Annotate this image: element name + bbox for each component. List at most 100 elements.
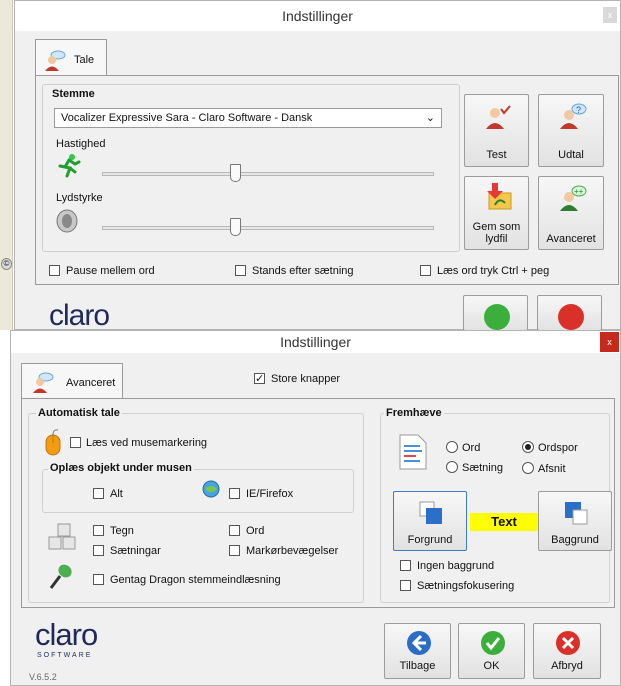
sentences-checkbox[interactable] [93,545,104,556]
sentence-focus-label: Sætningsfokusering [417,580,515,592]
cancel-button[interactable]: Afbryd [533,623,601,679]
tale-settings-window: Indstillinger x Tale Stemme Vocalizer Ex… [14,0,621,332]
stop-label: Stands efter sætning [252,265,354,277]
pause-label: Pause mellem ord [66,265,155,277]
svg-text:?: ? [576,105,581,115]
voice-select[interactable]: Vocalizer Expressive Sara - Claro Softwa… [54,108,442,128]
cancel-label: Afbryd [551,660,583,672]
foreground-button[interactable]: Forgrund [393,491,467,551]
read-ctrl-label: Læs ord tryk Ctrl + peg [437,265,550,277]
avanceret-tab-panel: Automatisk tale Læs ved musemarkering Op… [21,398,615,608]
mouse-select-label: Læs ved musemarkering [86,437,208,449]
advanced-button[interactable]: ++ Avanceret [538,176,604,250]
question-person-icon: ? [559,103,587,132]
save-audio-label-line2: lydfil [485,233,508,245]
tale-ok-button-partial[interactable] [463,295,528,331]
microphone-icon [48,563,74,591]
running-man-icon [56,154,82,178]
ok-button[interactable]: OK [458,623,525,679]
under-mouse-title: Oplæs objekt under musen [48,462,194,474]
speed-label: Hastighed [56,138,106,150]
test-label: Test [486,149,507,161]
tale-window-title: Indstillinger [282,8,353,24]
words-label: Ord [246,525,265,537]
read-ctrl-checkbox[interactable] [420,265,431,276]
document-highlight-icon [398,433,428,471]
speaker-person-icon [44,50,66,72]
sentences-label: Sætningar [110,545,161,557]
mouse-select-checkbox[interactable] [70,437,81,448]
word-radio[interactable] [446,441,458,453]
claro-logo: claro [49,299,110,332]
background-color-icon [563,500,589,529]
tab-avanceret[interactable]: Avanceret [21,363,123,399]
cancel-x-icon [558,304,584,330]
background-window-icon: © [1,258,12,270]
volume-label: Lydstyrke [56,192,103,204]
paragraph-radio[interactable] [522,462,534,474]
tab-avanceret-label: Avanceret [66,377,116,389]
foreground-label: Forgrund [407,534,453,546]
test-person-icon [485,105,511,132]
chars-checkbox[interactable] [93,525,104,536]
adv-window-title: Indstillinger [280,334,351,350]
dragon-label: Gentag Dragon stemmeindlæsning [110,574,281,586]
advanced-person-icon: ++ [559,185,587,214]
chars-label: Tegn [110,525,134,537]
back-arrow-icon [406,630,432,659]
browser-globe-icon [202,480,220,498]
sentence-radio-label: Sætning [462,462,503,474]
tale-tab-panel: Stemme Vocalizer Expressive Sara - Claro… [35,75,619,285]
cursor-moves-checkbox[interactable] [229,545,240,556]
test-button[interactable]: Test [464,94,529,167]
word-radio-label: Ord [462,442,481,454]
speed-slider-track[interactable] [102,172,434,176]
dragon-checkbox[interactable] [93,574,104,585]
ok-check-icon [480,630,506,659]
background-button[interactable]: Baggrund [538,491,612,551]
voice-group-title: Stemme [52,88,95,100]
no-background-checkbox[interactable] [400,560,411,571]
highlight-title: Fremhæve [384,407,444,419]
all-label: Alt [110,488,123,500]
advanced-tab-person-icon [32,372,54,394]
no-background-label: Ingen baggrund [417,560,495,572]
adv-close-button[interactable]: x [600,332,619,352]
foreground-color-icon [418,500,444,529]
all-checkbox[interactable] [93,488,104,499]
words-checkbox[interactable] [229,525,240,536]
back-button[interactable]: Tilbage [384,623,451,679]
pronounce-label: Udtal [558,149,584,161]
save-audio-button[interactable]: Gem som lydfil [464,176,529,250]
sentence-focus-checkbox[interactable] [400,580,411,591]
tale-title-bar: Indstillinger [15,1,620,31]
stop-checkbox[interactable] [235,265,246,276]
large-buttons-label: Store knapper [271,373,341,385]
speaker-volume-icon [54,208,80,234]
sentence-radio[interactable] [446,461,458,473]
cancel-x-icon [555,630,581,659]
volume-slider-thumb[interactable] [229,218,241,236]
tale-cancel-button-partial[interactable] [537,295,602,331]
tab-tale[interactable]: Tale [35,39,107,76]
large-buttons-checkbox[interactable] [254,373,265,384]
pause-checkbox[interactable] [49,265,60,276]
chevron-down-icon: ⌄ [425,112,435,124]
svg-text:++: ++ [574,187,584,196]
word-track-radio-label: Ordspor [538,442,578,454]
paragraph-radio-label: Afsnit [538,463,566,475]
pronounce-button[interactable]: ? Udtal [538,94,604,167]
adv-title-bar: Indstillinger [11,331,620,353]
tale-close-button[interactable]: x [603,7,617,23]
cursor-moves-label: Markørbevægelser [246,545,339,557]
speed-slider-thumb[interactable] [229,164,241,182]
claro-logo-subtitle: SOFTWARE [37,652,93,659]
save-audio-folder-icon [483,181,513,214]
claro-software-logo: claro [35,617,98,652]
ie-firefox-checkbox[interactable] [229,488,240,499]
auto-speech-title: Automatisk tale [36,407,122,419]
word-track-radio[interactable] [522,441,534,453]
version-label: V.6.5.2 [29,672,57,682]
ok-check-icon [484,304,510,330]
volume-slider-track[interactable] [102,226,434,230]
